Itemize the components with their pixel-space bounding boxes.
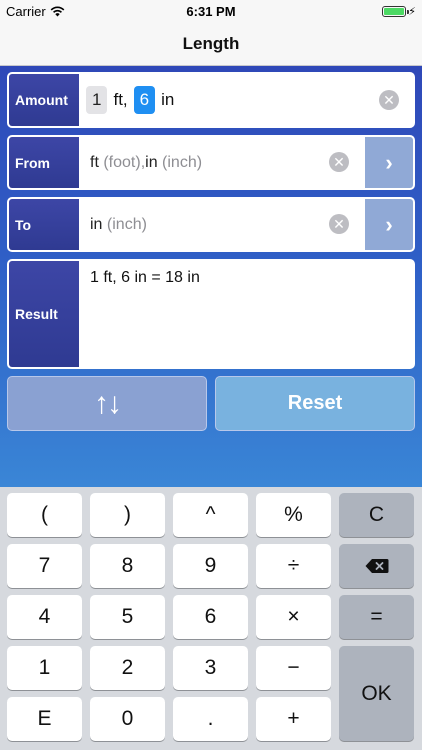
reset-label: Reset bbox=[287, 392, 343, 414]
amount-row: Amount 1 ft, 6 in ✕ bbox=[7, 72, 415, 128]
key-equals[interactable]: = bbox=[339, 595, 414, 639]
amount-inch-value[interactable]: 6 bbox=[133, 86, 156, 114]
amount-feet-value[interactable]: 1 bbox=[86, 86, 108, 114]
from-clear-icon[interactable]: ✕ bbox=[329, 152, 349, 172]
amount-feet-unit: ft, bbox=[113, 90, 128, 109]
key-close-paren[interactable]: ) bbox=[90, 493, 165, 537]
from-label: From bbox=[9, 137, 79, 188]
page-title: Length bbox=[182, 33, 240, 53]
chevron-right-icon: › bbox=[385, 211, 393, 237]
key-ok[interactable]: OK bbox=[339, 646, 414, 741]
from-unit-short-2: in bbox=[145, 153, 158, 171]
key-multiply[interactable]: × bbox=[256, 595, 331, 639]
key-8[interactable]: 8 bbox=[90, 544, 165, 588]
key-dot[interactable]: . bbox=[173, 697, 248, 741]
key-4[interactable]: 4 bbox=[7, 595, 82, 639]
to-label: To bbox=[9, 199, 79, 250]
key-exp[interactable]: E bbox=[7, 697, 82, 741]
to-unit-field[interactable]: in (inch) ✕ bbox=[79, 199, 363, 250]
chevron-right-icon: › bbox=[385, 149, 393, 175]
nav-bar: Length bbox=[0, 22, 422, 66]
to-select-button[interactable]: › bbox=[363, 199, 413, 250]
from-select-button[interactable]: › bbox=[363, 137, 413, 188]
status-time: 6:31 PM bbox=[186, 4, 236, 19]
result-area: 1 ft, 6 in = 18 in bbox=[79, 261, 413, 367]
from-row: From ft (foot), in (inch) ✕ › bbox=[7, 135, 415, 190]
key-7[interactable]: 7 bbox=[7, 544, 82, 588]
battery-icon bbox=[382, 6, 410, 17]
amount-label: Amount bbox=[9, 74, 79, 126]
key-2[interactable]: 2 bbox=[90, 646, 165, 690]
reset-button[interactable]: Reset bbox=[215, 376, 415, 431]
key-1[interactable]: 1 bbox=[7, 646, 82, 690]
key-divide[interactable]: ÷ bbox=[256, 544, 331, 588]
key-plus[interactable]: + bbox=[256, 697, 331, 741]
key-backspace[interactable] bbox=[339, 544, 414, 588]
result-text: 1 ft, 6 in = 18 in bbox=[90, 269, 200, 286]
key-percent[interactable]: % bbox=[256, 493, 331, 537]
key-3[interactable]: 3 bbox=[173, 646, 248, 690]
from-unit-hint: (foot), bbox=[103, 153, 146, 171]
key-open-paren[interactable]: ( bbox=[7, 493, 82, 537]
result-row: Result 1 ft, 6 in = 18 in bbox=[7, 259, 415, 369]
amount-inch-unit: in bbox=[161, 90, 175, 109]
to-unit-text: in (inch) bbox=[90, 199, 147, 250]
from-unit-text: ft (foot), in (inch) bbox=[90, 137, 202, 188]
charging-bolt-icon: ⚡ bbox=[408, 6, 416, 18]
amount-clear-icon[interactable]: ✕ bbox=[379, 90, 399, 110]
swap-units-button[interactable]: ↑↓ bbox=[7, 376, 207, 431]
key-0[interactable]: 0 bbox=[90, 697, 165, 741]
from-unit-short: ft bbox=[90, 153, 99, 171]
swap-arrows-icon: ↑↓ bbox=[94, 386, 122, 420]
to-row: To in (inch) ✕ › bbox=[7, 197, 415, 252]
from-unit-field[interactable]: ft (foot), in (inch) ✕ bbox=[79, 137, 363, 188]
key-clear[interactable]: C bbox=[339, 493, 414, 537]
battery-indicator: ⚡ bbox=[382, 5, 416, 18]
amount-field[interactable]: 1 ft, 6 in ✕ bbox=[79, 74, 413, 126]
key-caret[interactable]: ^ bbox=[173, 493, 248, 537]
key-minus[interactable]: − bbox=[256, 646, 331, 690]
to-unit-short: in bbox=[90, 215, 103, 233]
from-unit-hint-2: (inch) bbox=[162, 153, 203, 171]
result-label: Result bbox=[9, 261, 79, 367]
to-unit-hint: (inch) bbox=[106, 215, 147, 233]
key-6[interactable]: 6 bbox=[173, 595, 248, 639]
backspace-icon bbox=[365, 559, 388, 573]
keypad: ( ) ^ % C 7 8 9 ÷ 4 5 6 × = 1 2 3 − OK E… bbox=[0, 487, 422, 750]
key-5[interactable]: 5 bbox=[90, 595, 165, 639]
status-bar: Carrier 6:31 PM ⚡ bbox=[0, 0, 422, 22]
key-9[interactable]: 9 bbox=[173, 544, 248, 588]
to-clear-icon[interactable]: ✕ bbox=[329, 214, 349, 234]
